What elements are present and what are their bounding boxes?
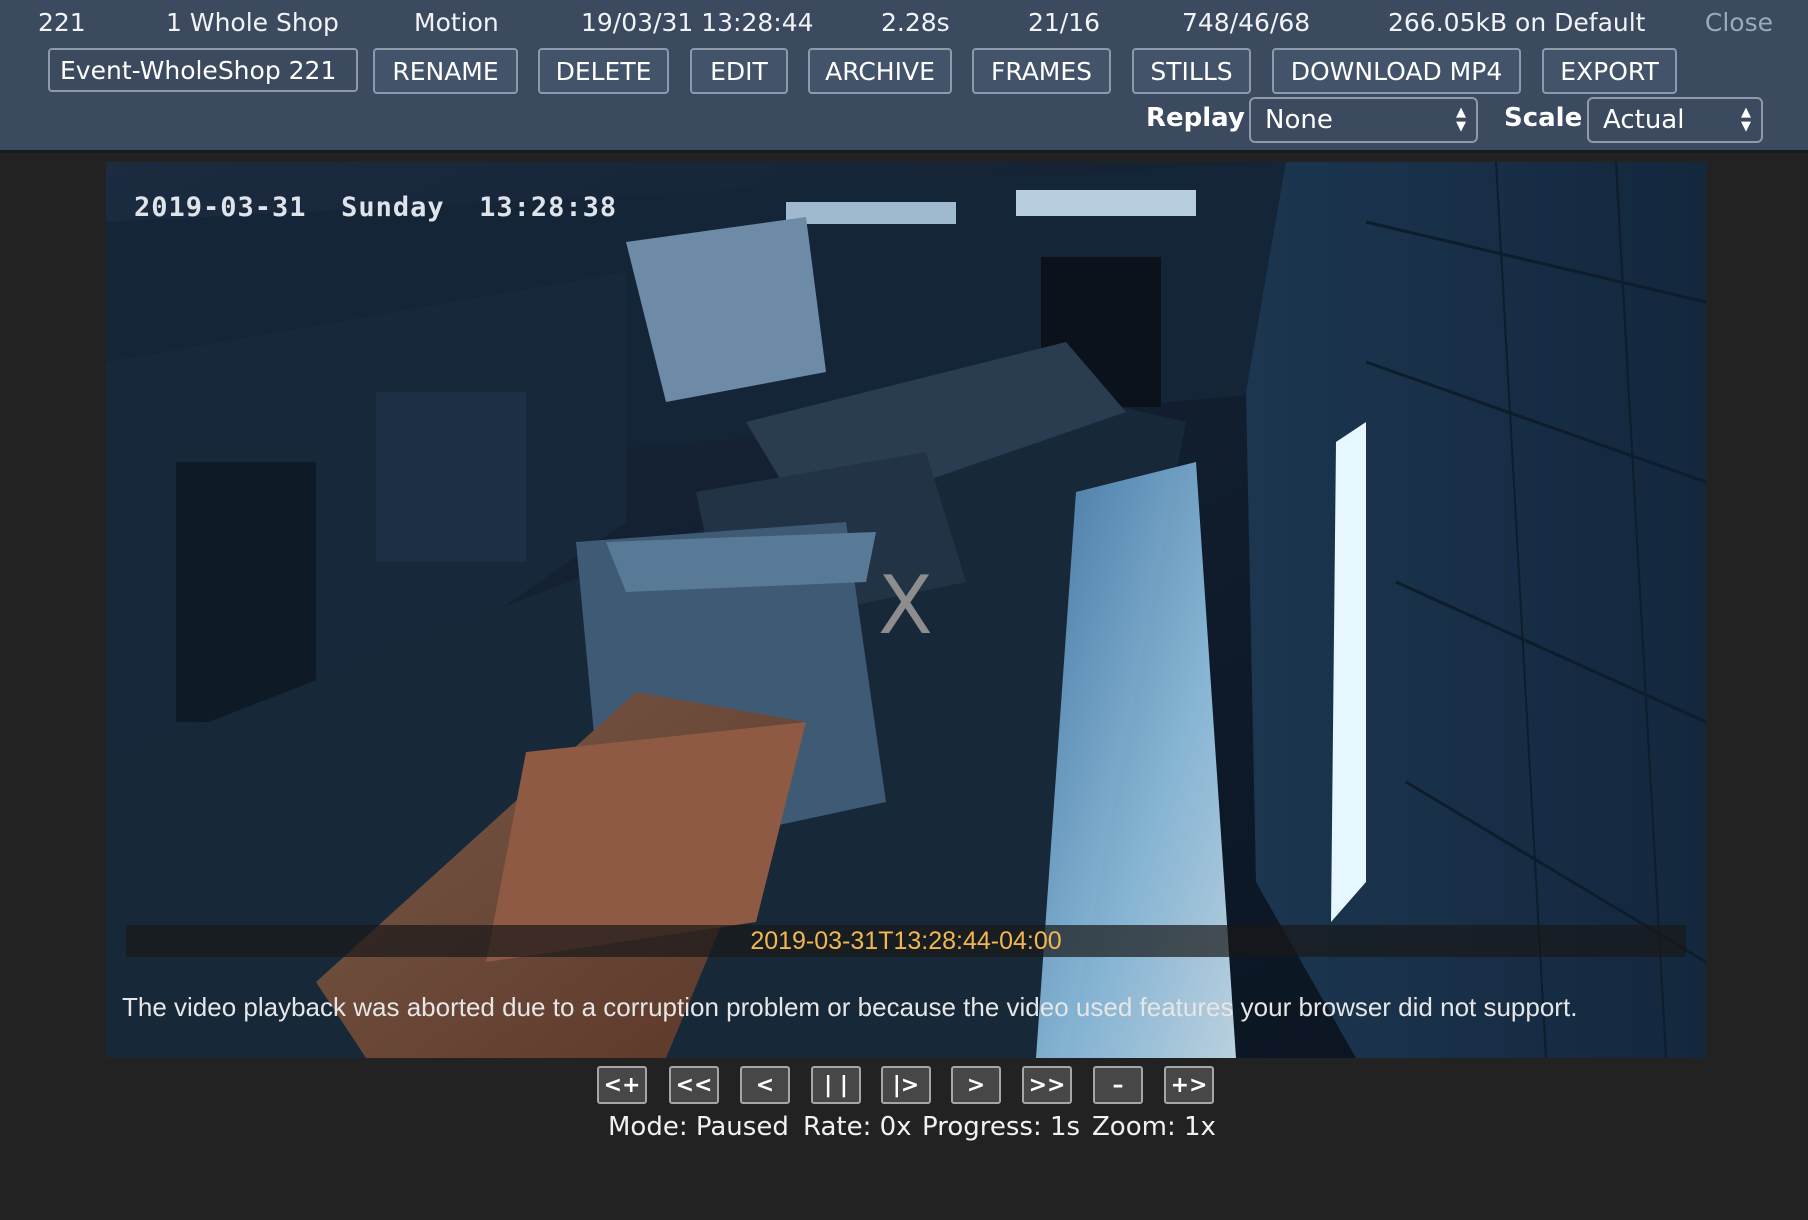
zoom-out-button[interactable]: –	[1093, 1066, 1143, 1104]
close-video-icon[interactable]: X	[878, 559, 933, 652]
event-duration: 2.28s	[881, 8, 950, 37]
select-arrows-icon: ▲ ▼	[1456, 105, 1466, 134]
progress-status: Progress: 1s	[922, 1112, 1081, 1142]
zoom-status: Zoom: 1x	[1092, 1112, 1216, 1142]
delete-button[interactable]: DELETE	[538, 48, 669, 94]
playback-error-message: The video playback was aborted due to a …	[122, 992, 1578, 1022]
download-mp4-button[interactable]: DOWNLOAD MP4	[1272, 48, 1521, 94]
video-player[interactable]: 2019-03-31 Sunday 13:28:38 X 2019-03-31T…	[106, 162, 1706, 1058]
rate-status: Rate: 0x	[803, 1112, 912, 1142]
event-monitor[interactable]: 1 Whole Shop	[166, 8, 339, 37]
event-frames: 21/16	[1028, 8, 1101, 37]
archive-button[interactable]: ARCHIVE	[808, 48, 952, 94]
fast-forward-button[interactable]: >>	[1022, 1066, 1072, 1104]
replay-select-value: None	[1265, 105, 1333, 135]
event-header: 221 1 Whole Shop Motion 19/03/31 13:28:4…	[0, 0, 1808, 153]
pause-button[interactable]: | |	[811, 1066, 861, 1104]
rename-button[interactable]: RENAME	[373, 48, 518, 94]
export-button[interactable]: EXPORT	[1542, 48, 1677, 94]
scale-select-value: Actual	[1603, 105, 1685, 135]
video-timestamp: 2019-03-31T13:28:44-04:00	[750, 927, 1062, 955]
mode-status: Mode: Paused	[608, 1112, 789, 1142]
close-link[interactable]: Close	[1705, 8, 1773, 37]
replay-label: Replay	[1146, 103, 1245, 133]
camera-osd-timestamp: 2019-03-31 Sunday 13:28:38	[134, 192, 618, 223]
event-name-input[interactable]	[48, 48, 358, 92]
select-arrows-icon: ▲ ▼	[1741, 105, 1751, 134]
scale-label: Scale	[1504, 103, 1583, 133]
event-storage: 266.05kB on Default	[1388, 8, 1646, 37]
replay-select[interactable]: None ▲ ▼	[1249, 97, 1478, 143]
event-id: 221	[38, 8, 86, 37]
fast-rewind-step-button[interactable]: <+	[597, 1066, 647, 1104]
timestamp-bar: 2019-03-31T13:28:44-04:00	[126, 925, 1686, 957]
step-forward-button[interactable]: >	[951, 1066, 1001, 1104]
fast-rewind-button[interactable]: <<	[669, 1066, 719, 1104]
event-scores: 748/46/68	[1182, 8, 1311, 37]
frames-button[interactable]: FRAMES	[972, 48, 1111, 94]
next-event-button[interactable]: +>	[1164, 1066, 1214, 1104]
stills-button[interactable]: STILLS	[1132, 48, 1251, 94]
step-back-button[interactable]: <	[740, 1066, 790, 1104]
play-button[interactable]: |>	[881, 1066, 931, 1104]
scale-select[interactable]: Actual ▲ ▼	[1587, 97, 1763, 143]
event-datetime: 19/03/31 13:28:44	[581, 8, 814, 37]
event-cause: Motion	[414, 8, 499, 37]
edit-button[interactable]: EDIT	[690, 48, 788, 94]
